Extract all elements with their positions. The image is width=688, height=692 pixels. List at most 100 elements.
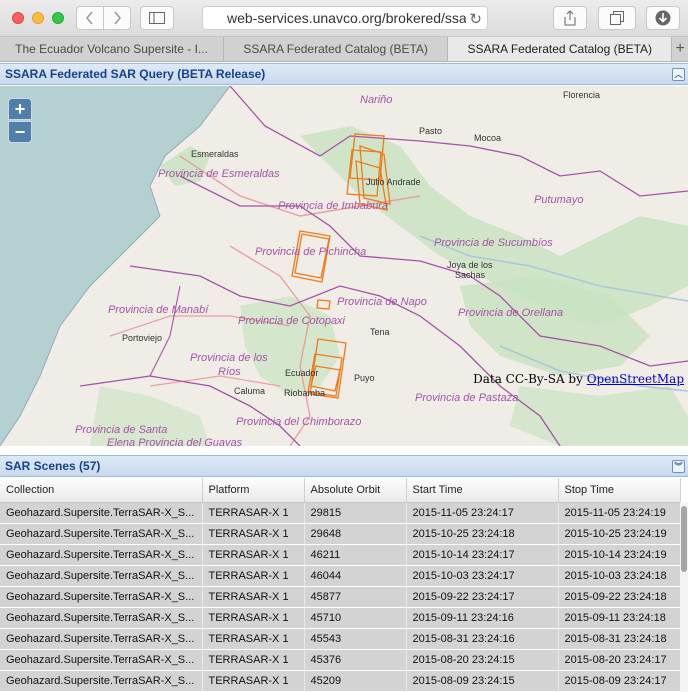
reload-icon[interactable]: ↻ — [466, 10, 482, 28]
map-canvas — [0, 86, 688, 446]
map-attribution: Data CC-By-SA by OpenStreetMap — [473, 372, 684, 386]
tab-ecuador-supersite[interactable]: The Ecuador Volcano Supersite - I... — [0, 37, 225, 61]
table-cell: 2015-11-05 23:24:19 — [558, 502, 681, 524]
column-header-stop-time[interactable]: Stop Time — [558, 478, 681, 503]
table-cell: 2015-09-11 23:24:16 — [406, 607, 559, 629]
minimize-window-button[interactable] — [32, 12, 44, 24]
table-row[interactable]: Geohazard.Supersite.TerraSAR-X_S... TERRA… — [0, 628, 681, 650]
table-row[interactable]: Geohazard.Supersite.TerraSAR-X_S... TERRA… — [0, 544, 681, 566]
table-body: Geohazard.Supersite.TerraSAR-X_S... TERRA… — [0, 502, 681, 692]
province-label: Provincia de Pichincha — [255, 246, 367, 258]
table-cell: TERRASAR-X 1 — [202, 607, 305, 629]
footprint-group-napo — [316, 299, 331, 310]
province-label: Elena Provincia del Guayas — [107, 437, 243, 446]
sidebar-icon — [149, 12, 165, 24]
table-cell: 45543 — [304, 628, 407, 650]
tab-ssara-catalog-active[interactable]: SSARA Federated Catalog (BETA) — [448, 37, 673, 61]
province-label: Provincia de Orellana — [458, 307, 564, 319]
province-label: Ríos — [218, 366, 241, 378]
tab-bar: The Ecuador Volcano Supersite - I... SSA… — [0, 37, 688, 62]
table-row[interactable]: Geohazard.Supersite.TerraSAR-X_S... TERRA… — [0, 586, 681, 608]
table-row[interactable]: Geohazard.Supersite.TerraSAR-X_S... TERRA… — [0, 649, 681, 671]
table-row[interactable]: Geohazard.Supersite.TerraSAR-X_S... TERRA… — [0, 670, 681, 692]
city-label: Florencia — [563, 90, 601, 100]
chevron-left-icon — [85, 11, 93, 25]
url-text: web-services.unavco.org/brokered/ssara — [227, 10, 480, 26]
province-label: Provincia de Napo — [337, 296, 427, 308]
table-cell: 45376 — [304, 649, 407, 671]
new-tab-button[interactable]: + — [672, 37, 688, 61]
table-cell: 2015-09-22 23:24:17 — [406, 586, 559, 608]
table-cell: 29648 — [304, 523, 407, 545]
table-cell: TERRASAR-X 1 — [202, 523, 305, 545]
grid-scrollbar-thumb[interactable] — [681, 506, 687, 572]
table-cell: 2015-08-09 23:24:17 — [558, 670, 681, 692]
table-cell: Geohazard.Supersite.TerraSAR-X_S... — [0, 607, 203, 629]
map-view[interactable]: + − Nariño Provincia de Esmeraldas Provi… — [0, 86, 688, 446]
table-row[interactable]: Geohazard.Supersite.TerraSAR-X_S... TERRA… — [0, 502, 681, 524]
show-tabs-button[interactable] — [598, 6, 636, 30]
table-cell: Geohazard.Supersite.TerraSAR-X_S... — [0, 586, 203, 608]
column-header-collection[interactable]: Collection — [0, 478, 203, 503]
table-cell: 2015-10-03 23:24:17 — [406, 565, 559, 587]
table-cell: 2015-09-11 23:24:18 — [558, 607, 681, 629]
table-cell: Geohazard.Supersite.TerraSAR-X_S... — [0, 502, 203, 524]
park-area — [510, 386, 688, 446]
table-cell: 45877 — [304, 586, 407, 608]
downloads-button[interactable] — [646, 6, 680, 30]
table-cell: Geohazard.Supersite.TerraSAR-X_S... — [0, 523, 203, 545]
table-row[interactable]: Geohazard.Supersite.TerraSAR-X_S... TERRA… — [0, 523, 681, 545]
collapse-up-icon[interactable]: ︿ — [672, 68, 685, 81]
city-label: Pasto — [419, 126, 443, 136]
collapse-down-icon[interactable]: ︾ — [672, 460, 685, 473]
back-button[interactable] — [76, 6, 104, 30]
table-cell: Geohazard.Supersite.TerraSAR-X_S... — [0, 544, 203, 566]
column-header-absolute-orbit[interactable]: Absolute Orbit — [304, 478, 407, 503]
table-cell: TERRASAR-X 1 — [202, 586, 305, 608]
attribution-text: Data CC-By-SA by — [473, 372, 587, 386]
chevron-right-icon — [114, 11, 122, 25]
address-bar[interactable]: web-services.unavco.org/brokered/ssara ↻ — [202, 6, 488, 30]
province-label: Provincia de los — [190, 352, 268, 364]
province-label: Provincia de Manabí — [108, 304, 209, 316]
province-label: Provincia de Cotopaxi — [238, 315, 346, 327]
province-label: Nariño — [360, 94, 393, 106]
road — [149, 375, 281, 387]
table-cell: 46211 — [304, 544, 407, 566]
map-panel-header: SSARA Federated SAR Query (BETA Release)… — [0, 63, 688, 85]
province-border — [149, 285, 181, 377]
table-cell: 2015-08-20 23:24:17 — [558, 649, 681, 671]
tab-ssara-catalog-1[interactable]: SSARA Federated Catalog (BETA) — [224, 37, 449, 61]
table-row[interactable]: Geohazard.Supersite.TerraSAR-X_S... TERRA… — [0, 565, 681, 587]
forward-button[interactable] — [103, 6, 131, 30]
table-row[interactable]: Geohazard.Supersite.TerraSAR-X_S... TERRA… — [0, 607, 681, 629]
map-panel-title: SSARA Federated SAR Query (BETA Release) — [5, 67, 266, 81]
table-cell: 2015-09-22 23:24:18 — [558, 586, 681, 608]
table-cell: TERRASAR-X 1 — [202, 670, 305, 692]
zoom-out-button[interactable]: − — [8, 121, 32, 143]
close-window-button[interactable] — [12, 12, 24, 24]
table-cell: 2015-10-03 23:24:18 — [558, 565, 681, 587]
city-label: Esmeraldas — [191, 149, 239, 159]
province-border — [229, 86, 688, 197]
column-header-platform[interactable]: Platform — [202, 478, 305, 503]
download-icon — [655, 10, 671, 26]
city-label: Ecuador — [285, 368, 319, 378]
scenes-table: Collection Platform Absolute Orbit Start… — [0, 478, 681, 692]
table-cell: 29815 — [304, 502, 407, 524]
province-label: Provincia de Esmeraldas — [158, 168, 280, 180]
table-cell: 2015-08-20 23:24:15 — [406, 649, 559, 671]
province-label: Provincia de Sucumbíos — [434, 237, 553, 249]
table-cell: 2015-10-14 23:24:17 — [406, 544, 559, 566]
table-cell: 2015-11-05 23:24:17 — [406, 502, 559, 524]
zoom-in-button[interactable]: + — [8, 98, 32, 120]
column-header-start-time[interactable]: Start Time — [406, 478, 559, 503]
park-area — [240, 296, 340, 396]
browser-toolbar: web-services.unavco.org/brokered/ssara ↻ — [0, 0, 688, 37]
sidebar-toggle-button[interactable] — [140, 6, 174, 30]
scenes-grid: Collection Platform Absolute Orbit Start… — [0, 478, 688, 692]
fullscreen-window-button[interactable] — [52, 12, 64, 24]
table-cell: 45710 — [304, 607, 407, 629]
openstreetmap-link[interactable]: OpenStreetMap — [587, 372, 684, 386]
share-button[interactable] — [553, 6, 587, 30]
